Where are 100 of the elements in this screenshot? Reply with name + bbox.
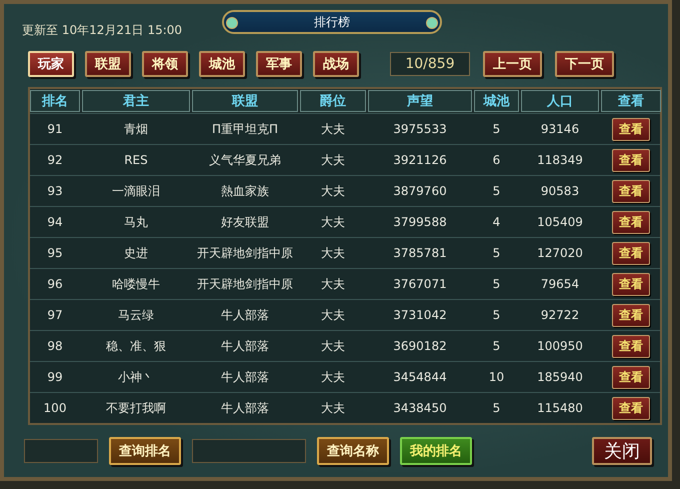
table-cell-text: 100 — [42, 400, 68, 418]
table-cell-text: 大夫 — [320, 244, 346, 262]
close-button[interactable]: 关闭 — [592, 437, 652, 466]
table-cell-text: 98 — [46, 338, 64, 356]
table-cell-text: 马丸 — [123, 214, 149, 231]
column-header: 联盟 — [192, 90, 298, 112]
search-field[interactable] — [192, 439, 306, 464]
view-button[interactable]: 查看 — [612, 304, 650, 327]
table-cell-text: 史进 — [123, 244, 149, 262]
table-cell-text: 5 — [492, 245, 502, 262]
table-cell-text: 5 — [492, 121, 502, 138]
table-cell-text: 3799588 — [392, 214, 448, 232]
table-cell-text: 100950 — [536, 338, 584, 356]
category-tab[interactable]: 军事 — [256, 50, 302, 77]
view-button[interactable]: 查看 — [612, 366, 650, 389]
table-cell-text: 开天辟地剑指中原 — [196, 276, 294, 293]
table-cell-text: 牛人部落 — [220, 338, 270, 355]
table-cell-text: 开天辟地剑指中原 — [196, 244, 294, 262]
table-cell-text: Π重甲坦克Π — [210, 120, 280, 138]
table-cell-text: 牛人部落 — [220, 368, 270, 386]
column-header: 城池 — [474, 90, 519, 112]
column-header: 人口 — [521, 90, 599, 112]
table-cell-text: 大夫 — [320, 368, 346, 386]
table-cell-text: 93 — [46, 183, 64, 200]
table-cell-text: 大夫 — [320, 400, 346, 417]
table-cell-text: 91 — [46, 121, 64, 138]
table-cell-text: RES — [123, 152, 149, 170]
view-button[interactable]: 查看 — [612, 210, 650, 234]
table-cell-text: 3438450 — [392, 400, 448, 418]
table-cell-text: 稳、准、狠 — [105, 338, 167, 355]
table-cell-text: 大夫 — [320, 276, 346, 293]
table-cell-text: 5 — [492, 400, 502, 418]
table-cell-text: 青烟 — [123, 120, 149, 138]
view-button[interactable]: 查看 — [612, 396, 650, 420]
window-title: 排行榜 — [222, 10, 442, 34]
column-header: 爵位 — [300, 90, 366, 112]
table-cell-text: 97 — [46, 307, 64, 324]
table-cell-text: 大夫 — [320, 182, 346, 200]
table-cell-text: 115480 — [536, 400, 584, 418]
view-button[interactable]: 查看 — [612, 242, 650, 265]
table-cell-text: 3879760 — [392, 183, 448, 200]
table-cell-text: 5 — [492, 276, 502, 294]
table-cell-text: 3731042 — [392, 307, 448, 324]
table-cell-text: 185940 — [536, 369, 584, 386]
view-button[interactable]: 查看 — [612, 118, 650, 141]
view-button[interactable]: 查看 — [612, 334, 650, 358]
category-tab[interactable]: 城池 — [199, 50, 245, 77]
table-cell-text: 10 — [488, 369, 506, 386]
next-page-button[interactable]: 下一页 — [555, 50, 614, 77]
table-cell-text: 马云绿 — [117, 306, 155, 324]
page-counter: 10/859 — [390, 52, 470, 76]
category-tab[interactable]: 玩家 — [28, 50, 74, 77]
table-cell-text: 不要打我啊 — [105, 400, 167, 417]
table-cell-text: 92 — [46, 152, 64, 170]
table-cell-text: 3785781 — [392, 245, 448, 262]
table-cell-text: 96 — [46, 276, 64, 294]
view-button[interactable]: 查看 — [612, 272, 650, 296]
table-cell-text: 大夫 — [320, 338, 346, 355]
table-cell-text: 大夫 — [320, 152, 346, 169]
category-tab[interactable]: 战场 — [313, 50, 359, 77]
table-cell-text: 大夫 — [320, 306, 346, 324]
table-cell-text: 3690182 — [392, 338, 448, 356]
table-cell-text: 义气华夏兄弟 — [208, 152, 282, 169]
table-cell-text: 一滴眼泪 — [111, 182, 161, 200]
table-cell-text: 95 — [46, 245, 64, 262]
my-rank-button[interactable]: 我的排名 — [400, 437, 472, 466]
category-tab[interactable]: 将领 — [142, 50, 188, 77]
table-cell-text: 3767071 — [392, 276, 448, 294]
table-cell-text: 好友联盟 — [220, 214, 270, 231]
table-cell-text: 94 — [46, 214, 64, 232]
table-cell-text: 6 — [492, 152, 502, 170]
search-field[interactable] — [24, 439, 98, 464]
table-cell-text: 79654 — [540, 276, 580, 294]
column-header: 查看 — [601, 90, 661, 112]
search-button[interactable]: 查询名称 — [317, 437, 389, 466]
column-header: 排名 — [30, 90, 80, 112]
category-tab[interactable]: 联盟 — [85, 50, 131, 77]
prev-page-button[interactable]: 上一页 — [483, 50, 542, 77]
table-cell-text: 大夫 — [320, 214, 346, 231]
table-cell-text: 92722 — [540, 307, 580, 324]
table-cell-text: 牛人部落 — [220, 306, 270, 324]
table-cell-text: 5 — [492, 338, 502, 356]
table-cell-text: 哈喽慢牛 — [111, 276, 161, 293]
table-cell-text: 大夫 — [320, 120, 346, 138]
table-cell-text: 3975533 — [392, 121, 448, 138]
table-cell-text: 5 — [492, 307, 502, 324]
table-cell-text: 93146 — [540, 121, 580, 138]
column-header: 君主 — [82, 90, 190, 112]
update-time: 更新至 10年12月21日 15:00 — [22, 22, 182, 39]
table-cell-text: 4 — [492, 214, 502, 232]
table-cell-text: 90583 — [540, 183, 580, 200]
table-cell-text: 118349 — [536, 152, 584, 170]
view-button[interactable]: 查看 — [612, 148, 650, 172]
column-header: 声望 — [368, 90, 472, 112]
table-cell-text: 小神丶 — [117, 368, 155, 386]
table-cell-text: 牛人部落 — [220, 400, 270, 417]
search-button[interactable]: 查询排名 — [109, 437, 181, 466]
table-cell-text: 5 — [492, 183, 502, 200]
table-cell-text: 127020 — [536, 245, 584, 262]
view-button[interactable]: 查看 — [612, 180, 650, 203]
